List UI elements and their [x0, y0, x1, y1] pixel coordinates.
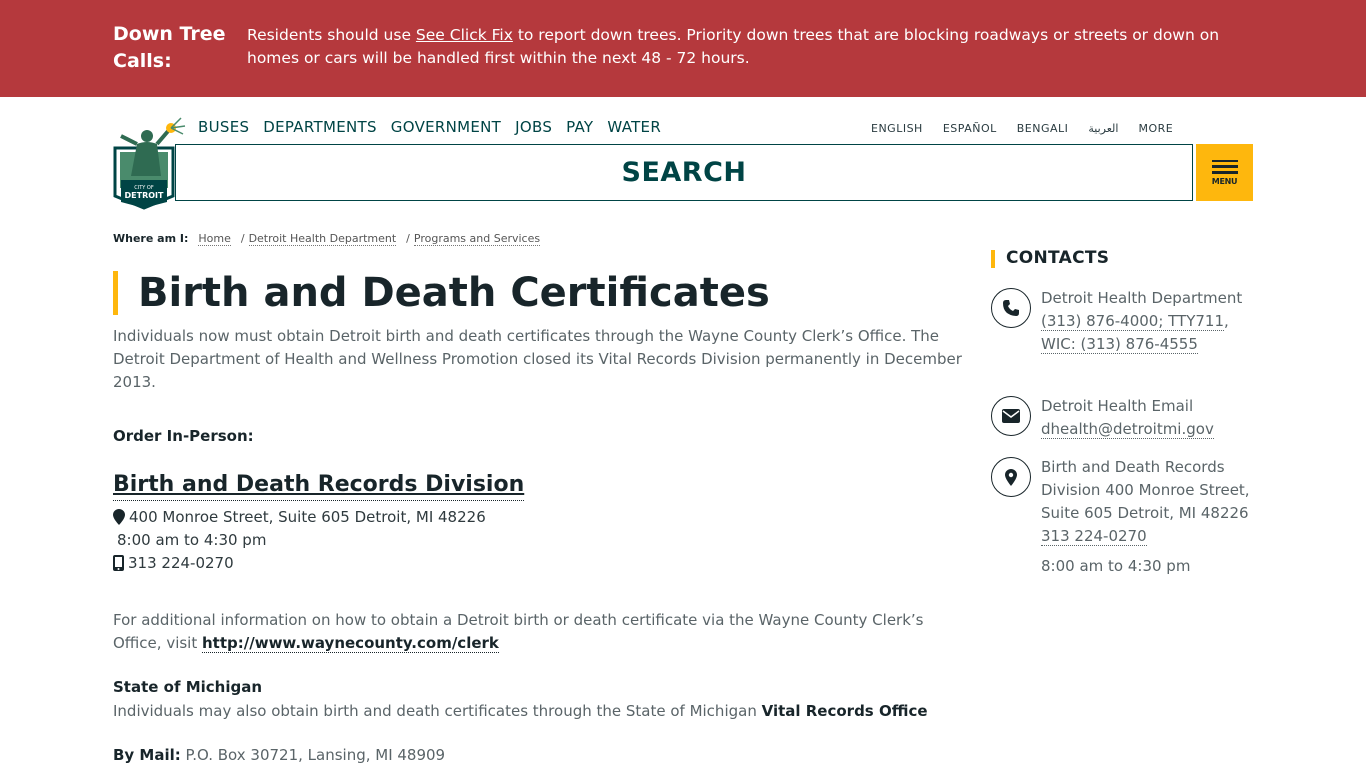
contacts-accent-bar [991, 250, 995, 268]
breadcrumb-separator: / [240, 232, 245, 245]
lang-bengali[interactable]: BENGALI [1017, 122, 1069, 135]
lang-arabic[interactable]: العربية [1088, 122, 1118, 135]
vital-records-office-link[interactable]: Vital Records Office [762, 702, 928, 720]
contact-phone-name: Detroit Health Department [1041, 289, 1243, 307]
contact-wic-link[interactable]: WIC: (313) 876-4555 [1041, 335, 1198, 354]
breadcrumb-programs-services[interactable]: Programs and Services [413, 232, 541, 246]
mobile-phone-icon [113, 555, 124, 571]
svg-text:DETROIT: DETROIT [125, 191, 165, 200]
phone-icon [991, 288, 1031, 328]
contact-email-block: Detroit Health Email dhealth@detroitmi.g… [1041, 395, 1251, 441]
title-accent-bar [113, 271, 118, 315]
hours-line: 8:00 am to 4:30 pm [117, 531, 266, 549]
address-line: 400 Monroe Street, Suite 605 Detroit, MI… [113, 508, 486, 526]
hamburger-icon [1211, 159, 1238, 174]
breadcrumb: Where am I: Home / Detroit Health Depart… [113, 232, 541, 246]
by-mail-line: By Mail: P.O. Box 30721, Lansing, MI 489… [113, 746, 445, 764]
see-click-fix-link[interactable]: See Click Fix [416, 26, 513, 44]
page-title: Birth and Death Certificates [138, 270, 770, 316]
breadcrumb-health-department[interactable]: Detroit Health Department [248, 232, 397, 246]
contact-location-hours: 8:00 am to 4:30 pm [1041, 557, 1191, 575]
address-text: 400 Monroe Street, Suite 605 Detroit, MI… [129, 508, 486, 526]
envelope-icon [991, 396, 1031, 436]
breadcrumb-separator: / [406, 232, 410, 245]
by-mail-label: By Mail: [113, 746, 181, 764]
lang-espanol[interactable]: ESPAÑOL [943, 122, 997, 135]
location-icon [991, 457, 1031, 497]
by-mail-text: P.O. Box 30721, Lansing, MI 48909 [180, 746, 446, 764]
top-nav: BUSES DEPARTMENTS GOVERNMENT JOBS PAY WA… [198, 118, 661, 136]
state-paragraph: Individuals may also obtain birth and de… [113, 702, 928, 720]
search-input[interactable]: SEARCH [175, 144, 1193, 201]
alert-banner: Down Tree Calls: Residents should use Se… [0, 0, 1366, 97]
nav-buses[interactable]: BUSES [198, 118, 249, 136]
alert-title: Down Tree Calls: [113, 23, 226, 72]
contacts-heading: CONTACTS [1006, 248, 1110, 268]
phone-line: 313 224-0270 [113, 554, 234, 572]
contact-location-phone-link[interactable]: 313 224-0270 [1041, 527, 1147, 546]
wayne-county-clerk-link[interactable]: http://www.waynecounty.com/clerk [202, 634, 499, 653]
additional-info-paragraph: For additional information on how to obt… [113, 611, 924, 653]
contact-phone-block: Detroit Health Department (313) 876-4000… [1041, 287, 1251, 356]
lang-more[interactable]: MORE [1138, 122, 1173, 135]
breadcrumb-home[interactable]: Home [198, 232, 231, 246]
nav-water[interactable]: WATER [607, 118, 661, 136]
division-title-link[interactable]: Birth and Death Records Division [113, 470, 525, 501]
menu-label: MENU [1211, 176, 1238, 186]
intro-paragraph: Individuals now must obtain Detroit birt… [113, 327, 962, 391]
hours-text: 8:00 am to 4:30 pm [117, 531, 267, 549]
nav-departments[interactable]: DEPARTMENTS [263, 118, 377, 136]
contact-phone-link[interactable]: (313) 876-4000; TTY711 [1041, 312, 1224, 331]
state-of-michigan-heading: State of Michigan [113, 678, 263, 696]
phone-text: 313 224-0270 [128, 554, 234, 572]
order-in-person-label: Order In-Person: [113, 427, 254, 445]
contact-location-text: Birth and Death Records Division 400 Mon… [1041, 458, 1250, 522]
search-label: SEARCH [621, 157, 747, 188]
nav-jobs[interactable]: JOBS [515, 118, 552, 136]
alert-text: Residents should use See Click Fix to re… [247, 26, 1220, 67]
contact-email-name: Detroit Health Email [1041, 397, 1194, 415]
map-marker-icon [113, 509, 125, 525]
contact-email-link[interactable]: dhealth@detroitmi.gov [1041, 420, 1214, 439]
nav-government[interactable]: GOVERNMENT [391, 118, 501, 136]
menu-button[interactable]: MENU [1196, 144, 1253, 201]
breadcrumb-label: Where am I: [113, 232, 189, 245]
contact-location-block: Birth and Death Records Division 400 Mon… [1041, 456, 1251, 578]
nav-pay[interactable]: PAY [566, 118, 593, 136]
lang-english[interactable]: ENGLISH [871, 122, 923, 135]
language-nav: ENGLISH ESPAÑOL BENGALI العربية MORE [871, 122, 1173, 135]
